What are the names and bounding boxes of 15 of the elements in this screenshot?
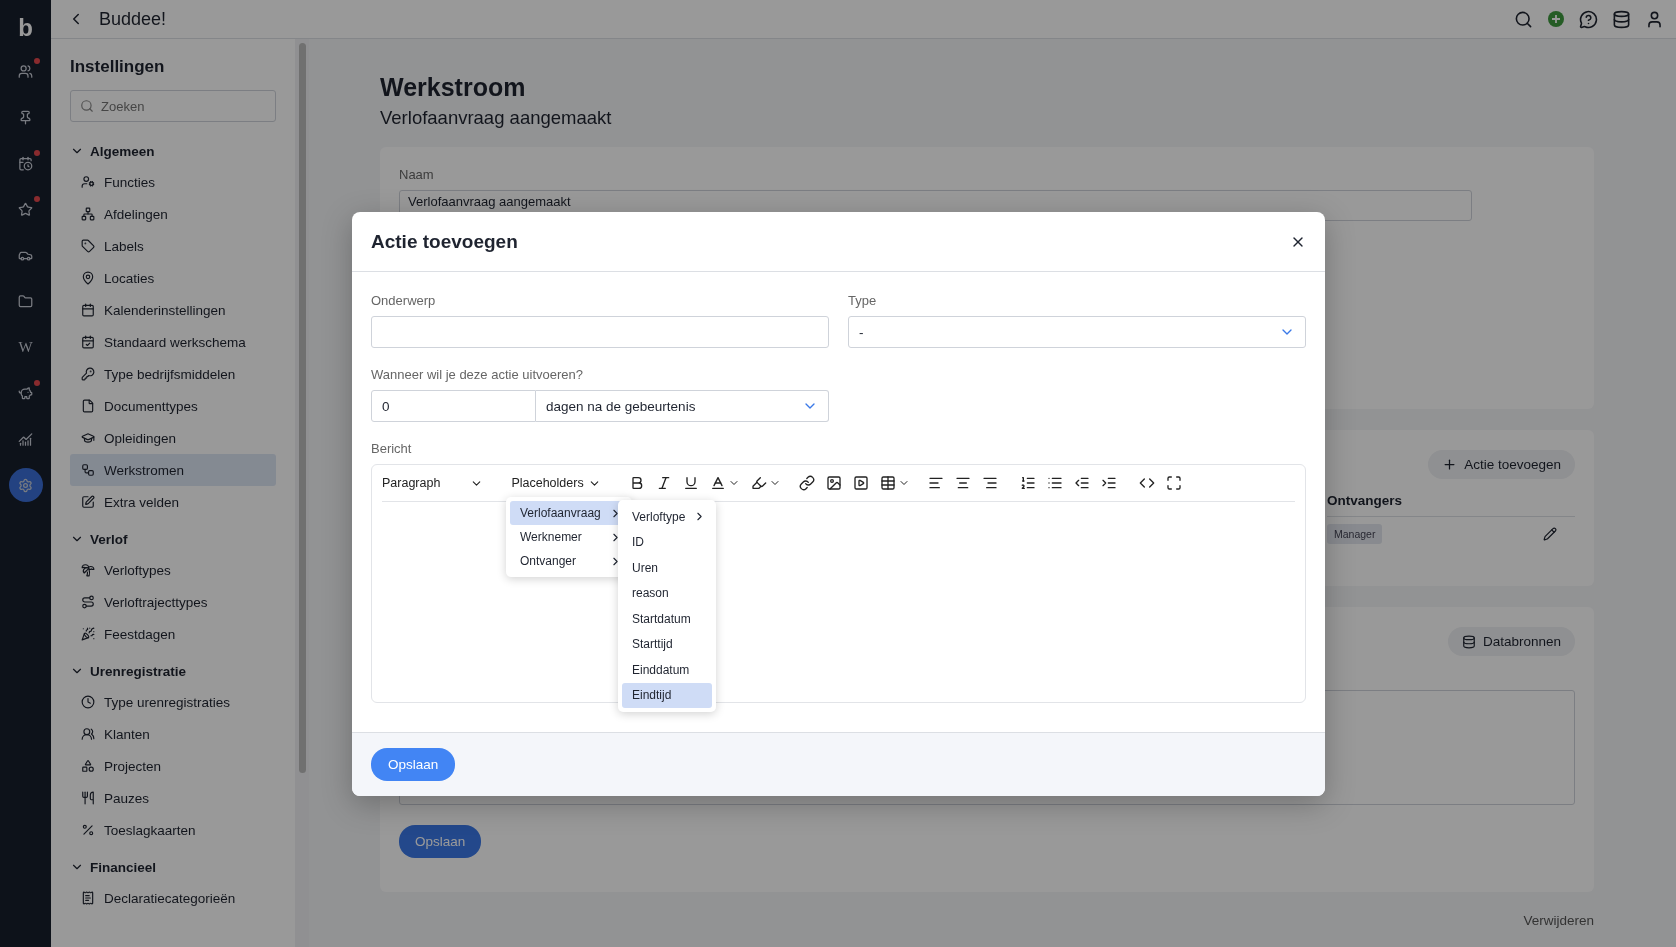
format-label: Paragraph — [382, 476, 441, 490]
placeholders-label: Placeholders — [511, 476, 584, 490]
field-label: Onderwerp — [371, 293, 437, 308]
page-subtitle: Verlofaanvraag aangemaakt — [380, 107, 613, 129]
page-title: Werkstroom — [380, 73, 527, 102]
logo: b — [18, 14, 33, 42]
column-header: Ontvangers — [1327, 479, 1575, 517]
field-label: Type — [848, 293, 878, 308]
dialog-title: Actie toevoegen — [371, 230, 518, 253]
sidebar-title: Instellingen — [70, 57, 166, 77]
field-label: Naam — [399, 167, 435, 182]
field-label: Bericht — [371, 441, 413, 456]
app-title: Buddee! — [99, 8, 168, 30]
recipient-tag: Manager — [1327, 524, 1383, 544]
field-label: Wanneer wil je deze actie uitvoeren? — [371, 367, 584, 382]
